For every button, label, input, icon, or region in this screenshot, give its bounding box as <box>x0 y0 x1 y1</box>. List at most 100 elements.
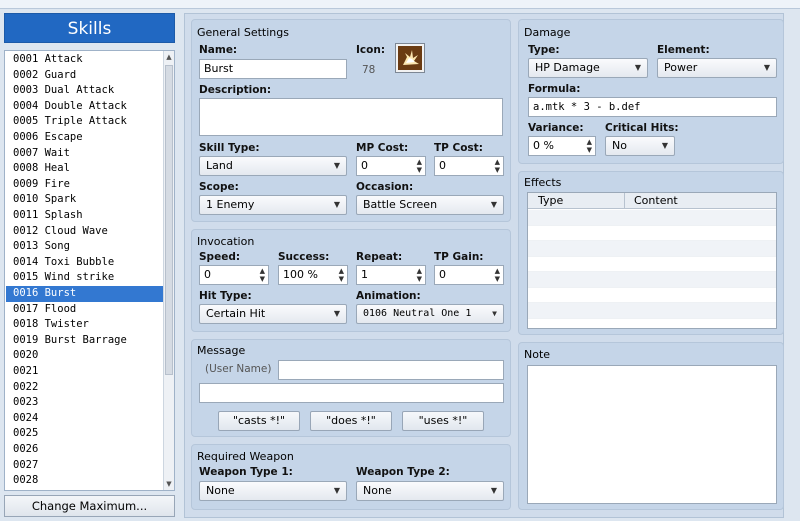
weapon-type2-select[interactable]: None ▼ <box>356 481 504 501</box>
tp-gain-spinner[interactable]: 0 ▲ ▼ <box>434 265 504 285</box>
skill-list-item[interactable]: 0027 <box>6 458 163 474</box>
animation-select[interactable]: 0106 Neutral One 1 ▼ <box>356 304 504 324</box>
variance-spinner[interactable]: 0 % ▲ ▼ <box>528 136 596 156</box>
speed-value: 0 <box>204 268 211 281</box>
effects-table[interactable]: Type Content <box>527 192 777 329</box>
speed-spinner[interactable]: 0 ▲ ▼ <box>199 265 269 285</box>
invocation-title: Invocation <box>197 235 255 248</box>
effects-col-type[interactable]: Type <box>538 194 563 207</box>
spinner-arrows-icon[interactable]: ▲ ▼ <box>260 267 265 283</box>
repeat-spinner[interactable]: 1 ▲ ▼ <box>356 265 426 285</box>
column-divider <box>624 193 625 209</box>
skill-list-item[interactable]: 0005 Triple Attack <box>6 114 163 130</box>
effects-table-row[interactable] <box>528 272 776 288</box>
skill-list-item[interactable]: 0016 Burst <box>6 286 163 302</box>
skill-list-item[interactable]: 0020 <box>6 348 163 364</box>
icon-label: Icon: <box>356 44 386 56</box>
damage-type-value: HP Damage <box>535 61 600 74</box>
spinner-arrows-icon[interactable]: ▲ ▼ <box>339 267 344 283</box>
effects-table-row[interactable] <box>528 318 776 328</box>
hit-type-select[interactable]: Certain Hit ▼ <box>199 304 347 324</box>
effects-table-row[interactable] <box>528 210 776 226</box>
skill-list-item[interactable]: 0014 Toxi Bubble <box>6 255 163 271</box>
skills-list-scrollbar[interactable]: ▲ ▼ <box>163 51 174 490</box>
effects-table-row[interactable] <box>528 241 776 257</box>
skill-list-item[interactable]: 0011 Splash <box>6 208 163 224</box>
damage-title: Damage <box>524 26 571 39</box>
animation-label: Animation: <box>356 290 421 302</box>
weapon-type1-label: Weapon Type 1: <box>199 466 293 478</box>
variance-label: Variance: <box>528 122 584 134</box>
change-maximum-button[interactable]: Change Maximum... <box>4 495 175 517</box>
spinner-arrows-icon[interactable]: ▲ ▼ <box>495 158 500 174</box>
name-field[interactable]: Burst <box>199 59 347 79</box>
skill-list-item[interactable]: 0019 Burst Barrage <box>6 333 163 349</box>
skill-list-item[interactable]: 0015 Wind strike <box>6 270 163 286</box>
skill-list-item[interactable]: 0022 <box>6 380 163 396</box>
skill-list-item[interactable]: 0028 <box>6 473 163 489</box>
tp-cost-value: 0 <box>439 159 446 172</box>
effects-title: Effects <box>524 176 562 189</box>
success-spinner[interactable]: 100 % ▲ ▼ <box>278 265 348 285</box>
occasion-select[interactable]: Battle Screen ▼ <box>356 195 504 215</box>
skill-list-item[interactable]: 0021 <box>6 364 163 380</box>
skill-list-item[interactable]: 0012 Cloud Wave <box>6 224 163 240</box>
skill-list-item[interactable]: 0013 Song <box>6 239 163 255</box>
scroll-down-icon[interactable]: ▼ <box>164 478 174 490</box>
casts-button[interactable]: "casts *!" <box>218 411 300 431</box>
element-select[interactable]: Power ▼ <box>657 58 777 78</box>
skill-list-item[interactable]: 0006 Escape <box>6 130 163 146</box>
description-field[interactable] <box>199 98 503 136</box>
skill-list-item[interactable]: 0002 Guard <box>6 68 163 84</box>
formula-field[interactable]: a.mtk * 3 - b.def <box>528 97 777 117</box>
note-title: Note <box>524 348 551 361</box>
skill-list-item[interactable]: 0009 Fire <box>6 177 163 193</box>
scope-value: 1 Enemy <box>206 198 255 211</box>
does-button[interactable]: "does *!" <box>310 411 392 431</box>
skill-list-item[interactable]: 0004 Double Attack <box>6 99 163 115</box>
effects-table-row[interactable] <box>528 256 776 272</box>
effects-col-content[interactable]: Content <box>634 194 678 207</box>
skill-list-item[interactable]: 0001 Attack <box>6 52 163 68</box>
scroll-thumb[interactable] <box>165 65 173 375</box>
spinner-arrows-icon[interactable]: ▲ ▼ <box>417 267 422 283</box>
scope-label: Scope: <box>199 181 239 193</box>
weapon-type2-value: None <box>363 484 392 497</box>
skill-icon-button[interactable] <box>395 43 425 73</box>
skill-list-item[interactable]: 0023 <box>6 395 163 411</box>
skill-list-item[interactable]: 0007 Wait <box>6 146 163 162</box>
skill-list-item[interactable]: 0018 Twister <box>6 317 163 333</box>
skill-list-item[interactable]: 0008 Heal <box>6 161 163 177</box>
skill-list-item[interactable]: 0003 Dual Attack <box>6 83 163 99</box>
occasion-label: Occasion: <box>356 181 414 193</box>
effects-table-row[interactable] <box>528 225 776 241</box>
tp-cost-spinner[interactable]: 0 ▲ ▼ <box>434 156 504 176</box>
user-name-placeholder: (User Name) <box>205 363 272 375</box>
mp-cost-spinner[interactable]: 0 ▲ ▼ <box>356 156 426 176</box>
skill-type-select[interactable]: Land ▼ <box>199 156 347 176</box>
skill-list-item[interactable]: 0010 Spark <box>6 192 163 208</box>
skill-list-item[interactable]: 0017 Flood <box>6 302 163 318</box>
uses-button[interactable]: "uses *!" <box>402 411 484 431</box>
skill-list-item[interactable]: 0025 <box>6 426 163 442</box>
effects-table-row[interactable] <box>528 287 776 303</box>
tp-gain-value: 0 <box>439 268 446 281</box>
scope-select[interactable]: 1 Enemy ▼ <box>199 195 347 215</box>
spinner-arrows-icon[interactable]: ▲ ▼ <box>495 267 500 283</box>
variance-value: 0 % <box>533 139 554 152</box>
scroll-up-icon[interactable]: ▲ <box>164 51 174 63</box>
damage-type-select[interactable]: HP Damage ▼ <box>528 58 648 78</box>
skills-list[interactable]: ▲ ▼ 0001 Attack 0002 Guard 0003 Dual Attac… <box>4 50 175 491</box>
weapon-type1-select[interactable]: None ▼ <box>199 481 347 501</box>
skill-list-item[interactable]: 0026 <box>6 442 163 458</box>
effects-table-row[interactable] <box>528 303 776 319</box>
message-line1-field[interactable] <box>278 360 504 380</box>
chevron-down-icon: ▼ <box>333 486 340 495</box>
critical-hits-select[interactable]: No ▼ <box>605 136 675 156</box>
note-field[interactable] <box>527 365 777 504</box>
skill-list-item[interactable]: 0024 <box>6 411 163 427</box>
chevron-down-icon: ▼ <box>333 309 340 318</box>
spinner-arrows-icon[interactable]: ▲ ▼ <box>417 158 422 174</box>
spinner-arrows-icon[interactable]: ▲ ▼ <box>587 138 592 154</box>
message-line2-field[interactable] <box>199 383 504 403</box>
